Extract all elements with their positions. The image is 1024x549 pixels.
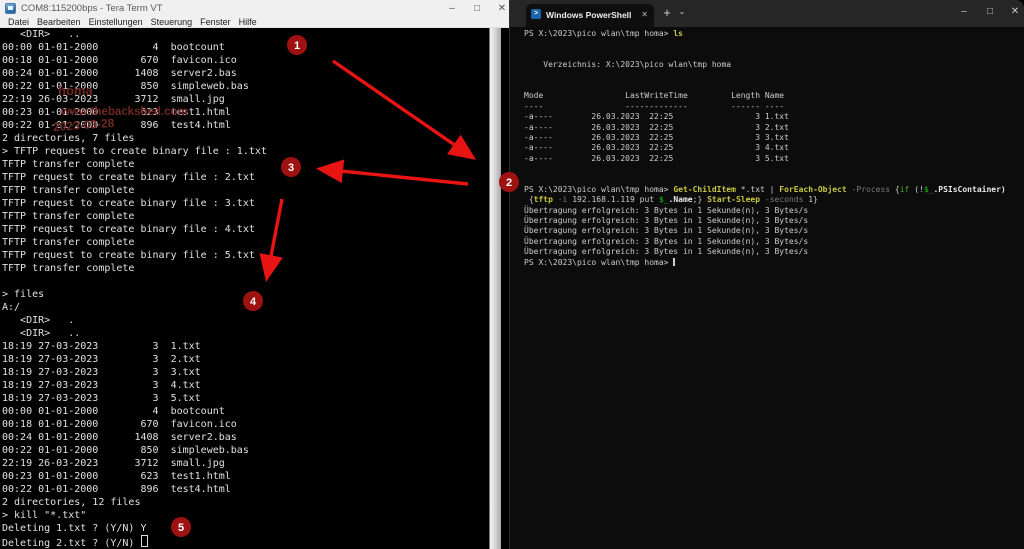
terminal-line: TFTP request to create binary file : 4.t… (0, 223, 489, 236)
console-line: Mode LastWriteTime Length Name (524, 91, 1024, 101)
console-line: Übertragung erfolgreich: 3 Bytes in 1 Se… (524, 206, 1024, 216)
terminal-line: TFTP transfer complete (0, 210, 489, 223)
terminal-line: TFTP transfer complete (0, 262, 489, 275)
terminal-line: > kill "*.txt" (0, 509, 489, 522)
terminal-line: Deleting 2.txt ? (Y/N) (0, 535, 489, 548)
console-line: Verzeichnis: X:\2023\pico wlan\tmp homa (524, 60, 1024, 70)
terminal-line: Deleting 1.txt ? (Y/N) Y (0, 522, 489, 535)
terminal-line: 18:19 27-03-2023 3 5.txt (0, 392, 489, 405)
console-cursor (673, 258, 675, 267)
console-line: -a---- 26.03.2023 22:25 3 3.txt (524, 133, 1024, 143)
powershell-window: > Windows PowerShell ✕ + ⌄ – □ ✕ PS X:\2… (509, 0, 1024, 549)
terminal-line: 00:00 01-01-2000 4 bootcount (0, 41, 489, 54)
watermark-url: www.thebackshed.com (61, 106, 188, 118)
terminal-line: 00:00 01-01-2000 4 bootcount (0, 405, 489, 418)
menu-item-hilfe[interactable]: Hilfe (239, 17, 257, 27)
powershell-console-output: PS X:\2023\pico wlan\tmp homa> ls Verzei… (510, 27, 1024, 549)
terminal-line: TFTP request to create binary file : 2.t… (0, 171, 489, 184)
terminal-line: TFTP transfer complete (0, 158, 489, 171)
teraterm-menubar: Datei Bearbeiten Einstellungen Steuerung Fen… (0, 17, 509, 28)
terminal-line: 18:19 27-03-2023 3 2.txt (0, 353, 489, 366)
minimize-button[interactable]: – (444, 2, 460, 15)
tab-dropdown-chevron-icon[interactable]: ⌄ (676, 7, 688, 16)
close-button[interactable]: ✕ (494, 2, 510, 15)
console-line: {tftp -i 192.168.1.119 put $_.Name;} Sta… (524, 195, 1024, 205)
tab-close-icon[interactable]: ✕ (641, 10, 648, 19)
desktop: COM8:115200bps - Tera Term VT – □ ✕ Date… (0, 0, 1024, 549)
terminal-line: TFTP request to create binary file : 3.t… (0, 197, 489, 210)
teraterm-scrollbar[interactable] (489, 28, 501, 549)
terminal-line: TFTP request to create binary file : 5.t… (0, 249, 489, 262)
terminal-line (0, 275, 489, 288)
teraterm-window: COM8:115200bps - Tera Term VT – □ ✕ Date… (0, 0, 509, 549)
terminal-line: 00:18 01-01-2000 670 favicon.ico (0, 54, 489, 67)
teraterm-app-icon (5, 3, 16, 14)
terminal-line: 00:24 01-01-2000 1408 server2.bas (0, 431, 489, 444)
powershell-icon: > (531, 9, 541, 19)
terminal-line: <DIR> . (0, 314, 489, 327)
console-line: Übertragung erfolgreich: 3 Bytes in 1 Se… (524, 247, 1024, 257)
terminal-line: <DIR> .. (0, 28, 489, 41)
tab-title: Windows PowerShell (546, 10, 631, 20)
menu-item-bearbeiten[interactable]: Bearbeiten (37, 17, 81, 27)
terminal-line: 18:19 27-03-2023 3 3.txt (0, 366, 489, 379)
terminal-line: 00:22 01-01-2000 850 simpleweb.bas (0, 444, 489, 457)
console-line: Übertragung erfolgreich: 3 Bytes in 1 Se… (524, 216, 1024, 226)
console-line (524, 81, 1024, 91)
teraterm-window-title: COM8:115200bps - Tera Term VT (21, 3, 163, 14)
console-line: -a---- 26.03.2023 22:25 3 1.txt (524, 112, 1024, 122)
terminal-line: 00:18 01-01-2000 670 favicon.ico (0, 418, 489, 431)
terminal-line: > TFTP request to create binary file : 1… (0, 145, 489, 158)
console-line: PS X:\2023\pico wlan\tmp homa> (524, 258, 1024, 268)
terminal-line: > files (0, 288, 489, 301)
terminal-line: A:/ (0, 301, 489, 314)
terminal-line: TFTP transfer complete (0, 236, 489, 249)
console-line: Übertragung erfolgreich: 3 Bytes in 1 Se… (524, 237, 1024, 247)
console-line: ---- ------------- ------ ---- (524, 102, 1024, 112)
console-line: -a---- 26.03.2023 22:25 3 2.txt (524, 123, 1024, 133)
console-line (524, 50, 1024, 60)
terminal-line: 00:23 01-01-2000 623 test1.html (0, 470, 489, 483)
menu-item-einstellungen[interactable]: Einstellungen (89, 17, 143, 27)
terminal-line: TFTP transfer complete (0, 184, 489, 197)
console-line: PS X:\2023\pico wlan\tmp homa> ls (524, 29, 1024, 39)
console-line: -a---- 26.03.2023 22:25 3 5.txt (524, 154, 1024, 164)
console-line: Übertragung erfolgreich: 3 Bytes in 1 Se… (524, 226, 1024, 236)
console-line (524, 71, 1024, 81)
console-line (524, 164, 1024, 174)
console-line: -a---- 26.03.2023 22:25 3 4.txt (524, 143, 1024, 153)
watermark-text: homa (58, 83, 93, 98)
terminal-line: 22:19 26-03-2023 3712 small.jpg (0, 457, 489, 470)
console-line (524, 174, 1024, 184)
terminal-line: 18:19 27-03-2023 3 1.txt (0, 340, 489, 353)
menu-item-datei[interactable]: Datei (8, 17, 29, 27)
teraterm-titlebar[interactable]: COM8:115200bps - Tera Term VT – □ ✕ (0, 0, 509, 17)
menu-item-fenster[interactable]: Fenster (200, 17, 231, 27)
minimize-button[interactable]: – (955, 3, 973, 21)
close-button[interactable]: ✕ (1006, 3, 1024, 21)
maximize-button[interactable]: □ (469, 2, 485, 15)
terminal-line: 18:19 27-03-2023 3 4.txt (0, 379, 489, 392)
terminal-tabbar: > Windows PowerShell ✕ + ⌄ – □ ✕ (510, 0, 1024, 27)
terminal-line: 00:24 01-01-2000 1408 server2.bas (0, 67, 489, 80)
terminal-line: <DIR> .. (0, 327, 489, 340)
console-line (524, 39, 1024, 49)
terminal-cursor (141, 535, 148, 547)
terminal-line: 2 directories, 7 files (0, 132, 489, 145)
maximize-button[interactable]: □ (981, 3, 999, 21)
terminal-line: 00:22 01-01-2000 896 test4.html (0, 483, 489, 496)
menu-item-steuerung[interactable]: Steuerung (151, 17, 193, 27)
console-line: PS X:\2023\pico wlan\tmp homa> Get-Child… (524, 185, 1024, 195)
terminal-line: 2 directories, 12 files (0, 496, 489, 509)
tab-windows-powershell[interactable]: > Windows PowerShell ✕ (526, 4, 654, 27)
new-tab-button[interactable]: + (660, 5, 674, 20)
